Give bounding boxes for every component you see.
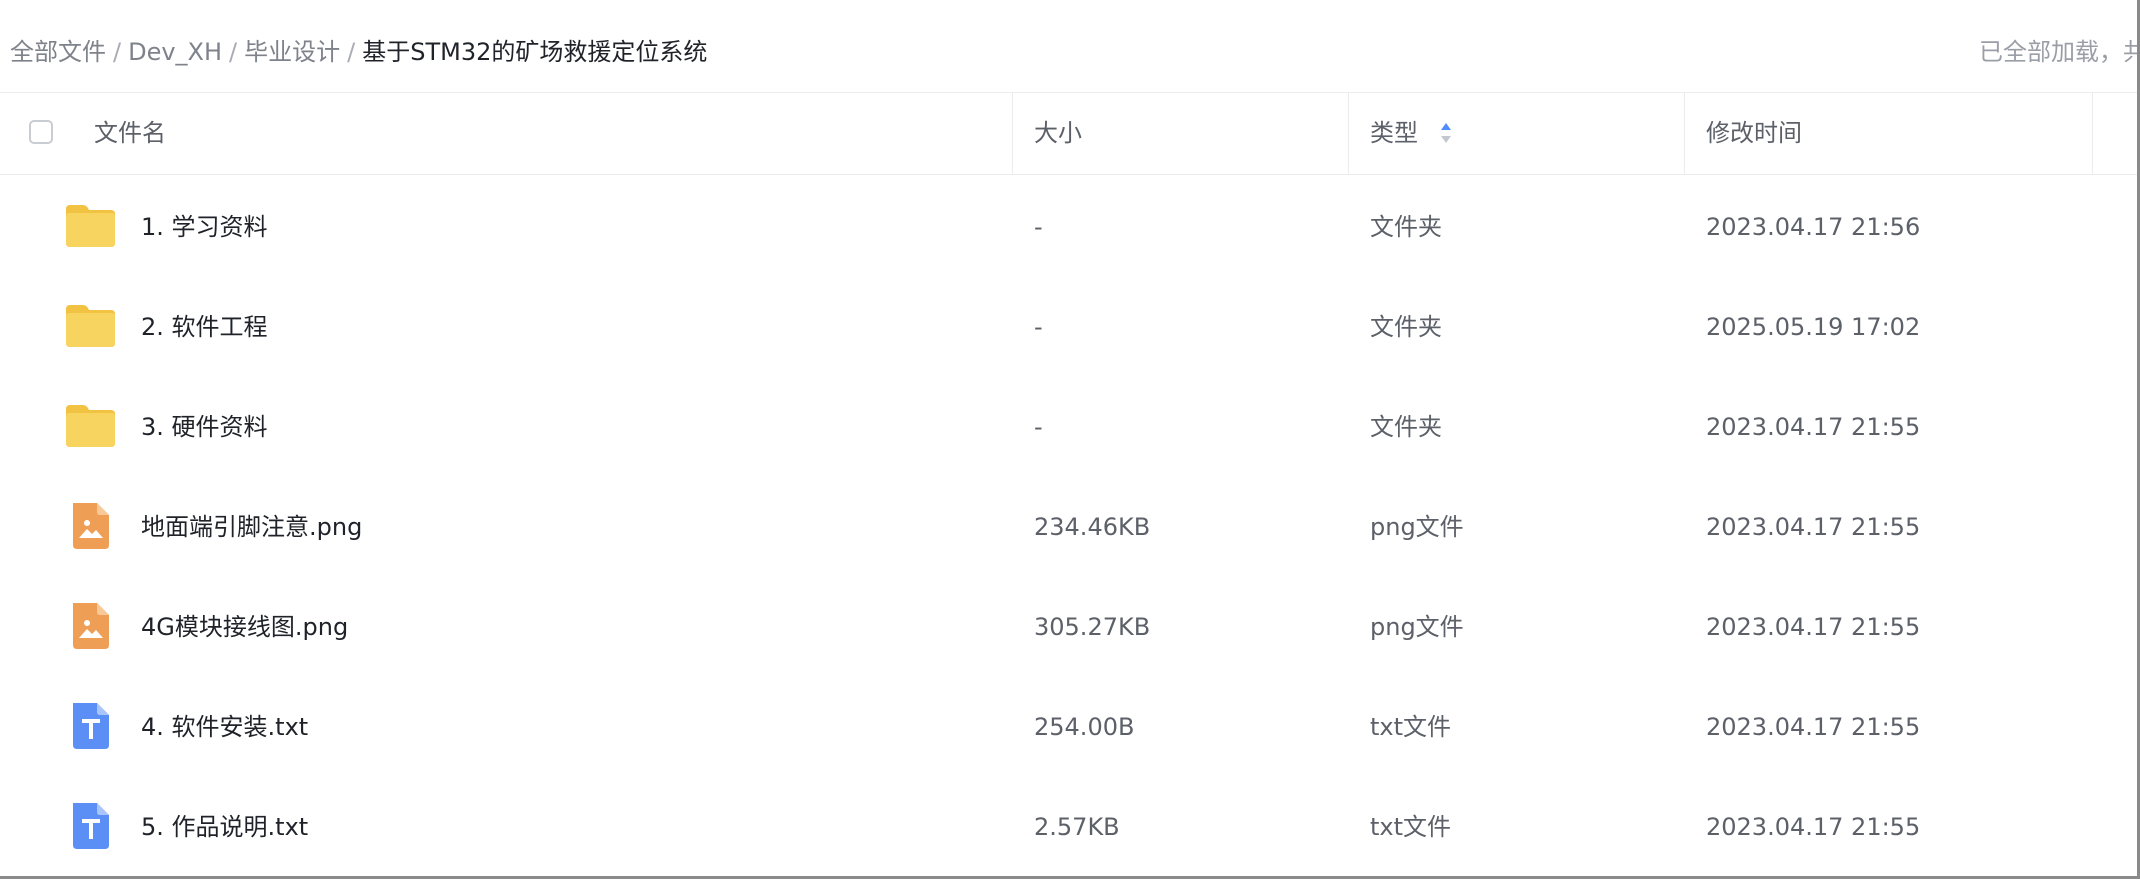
file-type: 文件夹 [1370, 313, 1442, 341]
file-size: 305.27KB [1034, 613, 1151, 641]
file-type: 文件夹 [1370, 413, 1442, 441]
file-row[interactable]: 4G模块接线图.png 305.27KB png文件 2023.04.17 21… [0, 577, 2137, 677]
file-browser-window: 全部文件 / Dev_XH / 毕业设计 / 基于STM32的矿场救援定位系统 已全部加载，… [0, 0, 2140, 879]
file-name[interactable]: 4G模块接线图.png [141, 609, 348, 645]
file-row[interactable]: 2. 软件工程 - 文件夹 2025.05.19 17:02 [0, 277, 2137, 377]
column-header-size[interactable]: 大小 [1034, 115, 1082, 151]
column-divider[interactable] [1012, 93, 1013, 175]
breadcrumb-item-graduation-design[interactable]: 毕业设计 [244, 38, 340, 66]
breadcrumb: 全部文件 / Dev_XH / 毕业设计 / 基于STM32的矿场救援定位系统 [10, 34, 707, 70]
file-modified-time: 2023.04.17 21:55 [1706, 613, 1921, 641]
file-name[interactable]: 3. 硬件资料 [141, 409, 268, 445]
breadcrumb-separator: / [113, 38, 122, 66]
file-size: 234.46KB [1034, 513, 1151, 541]
file-type: png文件 [1370, 613, 1464, 641]
folder-icon [64, 299, 118, 353]
breadcrumb-separator: / [347, 38, 356, 66]
file-type: txt文件 [1370, 713, 1452, 741]
file-size: - [1034, 413, 1043, 441]
file-name[interactable]: 5. 作品说明.txt [141, 809, 308, 845]
file-modified-time: 2023.04.17 21:55 [1706, 513, 1921, 541]
file-size: 2.57KB [1034, 813, 1120, 841]
file-name[interactable]: 1. 学习资料 [141, 209, 268, 245]
load-status-text: 已全部加载，共 [1979, 38, 2140, 66]
file-modified-time: 2023.04.17 21:56 [1706, 213, 1921, 241]
file-name[interactable]: 4. 软件安装.txt [141, 709, 308, 745]
file-modified-time: 2023.04.17 21:55 [1706, 413, 1921, 441]
file-size: - [1034, 313, 1043, 341]
breadcrumb-separator: / [229, 38, 238, 66]
folder-icon [64, 199, 118, 253]
column-divider[interactable] [2092, 93, 2093, 175]
breadcrumb-item-all-files[interactable]: 全部文件 [10, 38, 106, 66]
file-size: 254.00B [1034, 713, 1135, 741]
breadcrumb-current-folder: 基于STM32的矿场救援定位系统 [362, 38, 708, 66]
image-file-icon [64, 599, 118, 653]
file-modified-time: 2023.04.17 21:55 [1706, 813, 1921, 841]
column-header-name[interactable]: 文件名 [94, 115, 166, 151]
file-type: txt文件 [1370, 813, 1452, 841]
image-file-icon [64, 499, 118, 553]
text-file-icon [64, 699, 118, 753]
file-type: 文件夹 [1370, 213, 1442, 241]
folder-icon [64, 399, 118, 453]
column-header-modified-time[interactable]: 修改时间 [1706, 115, 1802, 151]
file-row[interactable]: 3. 硬件资料 - 文件夹 2023.04.17 21:55 [0, 377, 2137, 477]
file-name[interactable]: 地面端引脚注意.png [141, 509, 362, 545]
file-row[interactable]: 地面端引脚注意.png 234.46KB png文件 2023.04.17 21… [0, 477, 2137, 577]
sort-toggle-icon[interactable] [1439, 121, 1453, 145]
file-row[interactable]: 4. 软件安装.txt 254.00B txt文件 2023.04.17 21:… [0, 677, 2137, 777]
file-type: png文件 [1370, 513, 1464, 541]
select-all-checkbox[interactable] [29, 120, 53, 144]
file-modified-time: 2023.04.17 21:55 [1706, 713, 1921, 741]
file-name[interactable]: 2. 软件工程 [141, 309, 268, 345]
text-file-icon [64, 799, 118, 853]
file-row[interactable]: 1. 学习资料 - 文件夹 2023.04.17 21:56 [0, 177, 2137, 277]
column-header-type[interactable]: 类型 [1370, 115, 1418, 151]
file-row[interactable]: 5. 作品说明.txt 2.57KB txt文件 2023.04.17 21:5… [0, 777, 2137, 876]
column-divider[interactable] [1348, 93, 1349, 175]
breadcrumb-item-dev-xh[interactable]: Dev_XH [128, 38, 222, 66]
file-size: - [1034, 213, 1043, 241]
file-modified-time: 2025.05.19 17:02 [1706, 313, 1921, 341]
column-divider[interactable] [1684, 93, 1685, 175]
breadcrumb-bar: 全部文件 / Dev_XH / 毕业设计 / 基于STM32的矿场救援定位系统 已全部加载，… [0, 0, 2137, 93]
